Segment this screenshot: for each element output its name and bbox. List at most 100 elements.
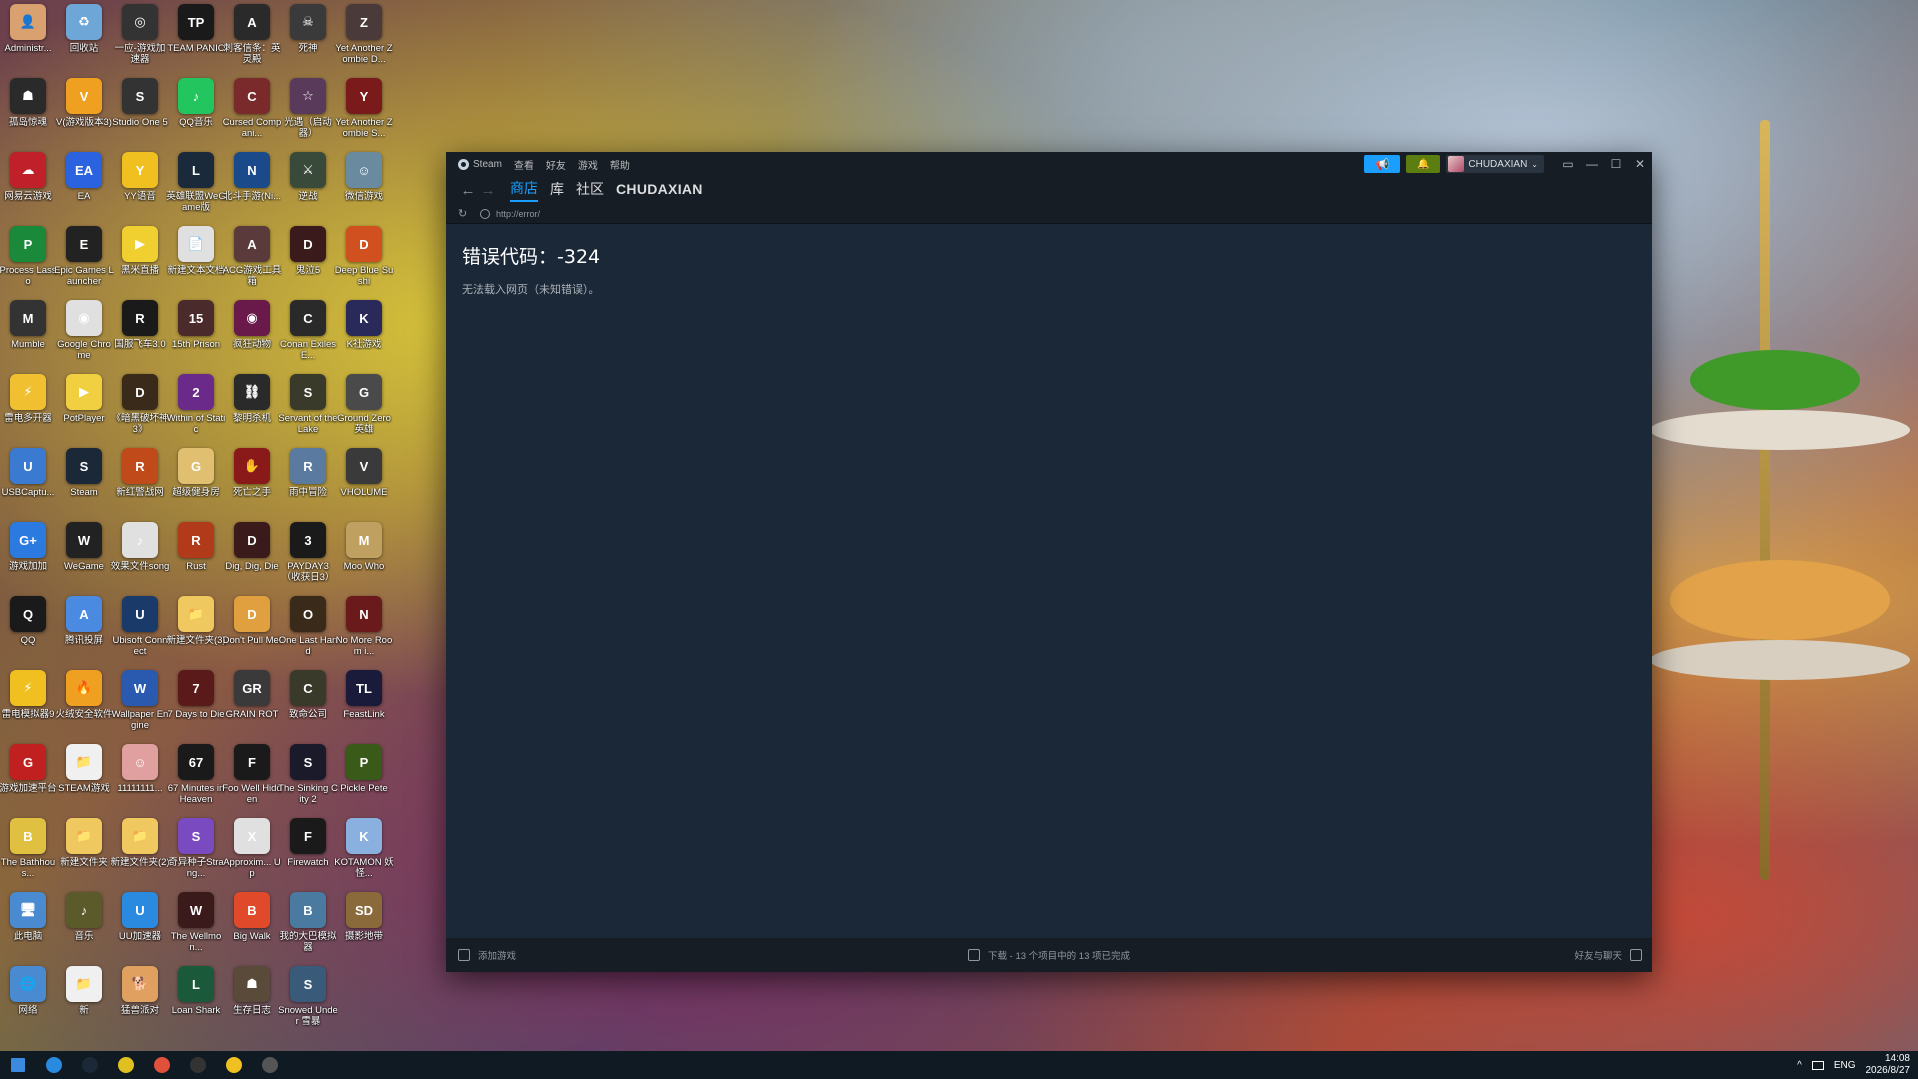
big-picture-button[interactable]: ▭ [1556, 152, 1580, 176]
desktop-icon[interactable]: 2 Within of Static [167, 374, 225, 435]
reload-icon[interactable]: ↻ [458, 207, 472, 220]
taskbar-app-chrome[interactable] [144, 1051, 180, 1079]
desktop-icon[interactable]: D Dig, Dig, Die [224, 522, 280, 572]
notifications-button[interactable]: 🔔 [1406, 155, 1441, 173]
desktop-icon[interactable]: 📄 新建文本文档 [167, 226, 225, 276]
menu-view[interactable]: 查看 [514, 157, 534, 172]
taskbar-app-accelerator[interactable] [180, 1051, 216, 1079]
desktop-icon[interactable]: ☗ 生存日志 [224, 966, 280, 1016]
desktop-icon[interactable]: M Mumble [0, 300, 56, 350]
account-menu[interactable]: CHUDAXIAN ⌄ [1446, 155, 1544, 173]
desktop-icon[interactable]: S Snowed Under 雪暴 [278, 966, 338, 1027]
desktop-icon[interactable]: B The Bathhous... [0, 818, 56, 879]
desktop-icon[interactable]: ⚡ 雷电模拟器9 [0, 670, 56, 720]
desktop-icon[interactable]: U USBCaptu... [0, 448, 56, 498]
desktop-icon[interactable]: P Pickle Pete [336, 744, 392, 794]
friends-chat-button[interactable]: 好友与聊天 [1574, 948, 1642, 962]
taskbar-app-start[interactable] [0, 1051, 36, 1079]
desktop-icon[interactable]: F Foo Well Hidden [222, 744, 282, 805]
desktop-icon[interactable]: ⛓ 黎明杀机 [224, 374, 280, 424]
desktop-icon[interactable]: ♪ QQ音乐 [168, 78, 224, 128]
desktop-icon[interactable]: B 我的大巴模拟器 [279, 892, 337, 953]
desktop-icon[interactable]: 📁 新 [56, 966, 112, 1016]
taskbar-app-steam[interactable] [72, 1051, 108, 1079]
close-button[interactable]: ✕ [1628, 152, 1652, 176]
desktop-icon[interactable]: Y Yet Another Zombie S... [335, 78, 393, 139]
taskbar-app-uu[interactable] [36, 1051, 72, 1079]
desktop-icon[interactable]: S 奇异种子Strang... [168, 818, 224, 879]
desktop-icon[interactable]: P Process Lasso [0, 226, 57, 287]
url-text[interactable]: http://error/ [496, 209, 540, 219]
desktop-icon[interactable]: N 北斗手游(Ni... [223, 152, 281, 202]
desktop-icon[interactable]: O One Last Hand [279, 596, 337, 657]
desktop-icon[interactable]: R 国服飞车3.0 [112, 300, 168, 350]
desktop-icon[interactable]: D 鬼泣5 [280, 226, 336, 276]
menu-steam[interactable]: Steam [458, 158, 502, 170]
desktop-icon[interactable]: U Ubisoft Connect [112, 596, 168, 657]
desktop-icon[interactable]: K K社游戏 [336, 300, 392, 350]
add-game-button[interactable]: 添加游戏 [458, 948, 516, 962]
desktop-icon[interactable]: M Moo Who [336, 522, 392, 572]
broadcast-button[interactable]: 📢 [1364, 155, 1401, 173]
desktop-icon[interactable]: ◉ 疯狂动物 [224, 300, 280, 350]
tab-profile[interactable]: CHUDAXIAN [616, 181, 703, 199]
desktop-icon[interactable]: 67 67 Minutes in Heaven [168, 744, 224, 805]
desktop-icon[interactable]: ◉ Google Chrome [56, 300, 112, 361]
desktop-icon[interactable]: ♪ 音乐 [56, 892, 112, 942]
desktop-icon[interactable]: G 超级健身房 [168, 448, 224, 498]
desktop-icon[interactable]: ☺ 微信游戏 [336, 152, 392, 202]
desktop-icon[interactable]: G 游戏加速平台 [0, 744, 57, 794]
desktop-icon[interactable]: E Epic Games Launcher [54, 226, 114, 287]
desktop-icon[interactable]: ☺ 11111111... [112, 744, 168, 794]
desktop-icon[interactable]: A ACG游戏工具箱 [223, 226, 281, 287]
desktop-icon[interactable]: D 《暗黑破坏神3》 [111, 374, 169, 435]
desktop-icon[interactable]: C Conan Exiles E... [280, 300, 336, 361]
desktop-icon[interactable]: X Approxim... Up [223, 818, 281, 879]
desktop-icon[interactable]: 7 7 Days to Die [167, 670, 225, 720]
desktop-icon[interactable]: R 雨中冒险 [280, 448, 336, 498]
forward-arrow-icon[interactable]: → [478, 182, 498, 199]
maximize-button[interactable]: ☐ [1604, 152, 1628, 176]
desktop-icon[interactable]: 3 PAYDAY3（收获日3） [280, 522, 336, 583]
desktop-icon[interactable]: ☁ 网易云游戏 [0, 152, 56, 202]
desktop-icon[interactable]: G Ground Zero 英雄 [336, 374, 392, 435]
desktop-icon[interactable]: ⚔ 逆战 [280, 152, 336, 202]
menu-games[interactable]: 游戏 [578, 157, 598, 172]
language-indicator[interactable]: ENG [1834, 1060, 1856, 1071]
desktop-icon[interactable]: ▶ PotPlayer [56, 374, 112, 424]
taskbar-app-yy[interactable] [216, 1051, 252, 1079]
tab-store[interactable]: 商店 [510, 178, 538, 202]
taskbar-app-qq-music[interactable] [108, 1051, 144, 1079]
desktop-icon[interactable]: S Studio One 5 [112, 78, 168, 128]
desktop-icon[interactable]: L Loan Shark [168, 966, 224, 1016]
network-icon[interactable] [1811, 1060, 1824, 1070]
back-arrow-icon[interactable]: ← [458, 182, 478, 199]
desktop-icon[interactable]: N No More Room i... [336, 596, 392, 657]
desktop-icon[interactable]: L 英雄联盟WeGame版 [166, 152, 226, 213]
desktop-icon[interactable]: GR GRAIN ROT [224, 670, 280, 720]
clock[interactable]: 14:08 2026/8/27 [1866, 1053, 1911, 1077]
downloads-status[interactable]: 下载 - 13 个项目中的 13 项已完成 [968, 948, 1130, 962]
menu-help[interactable]: 帮助 [610, 157, 630, 172]
tab-library[interactable]: 库 [550, 179, 564, 201]
desktop-icon[interactable]: 📁 新建文件夹(2) [110, 818, 170, 868]
taskbar-app-studio[interactable] [252, 1051, 288, 1079]
desktop-icon[interactable]: A 刺客信条：英灵殿 [223, 4, 281, 65]
desktop-icon[interactable]: TL FeastLink [336, 670, 392, 720]
desktop-icon[interactable]: ⚡ 雷电多开器 [0, 374, 56, 424]
desktop-icon[interactable]: U UU加速器 [112, 892, 168, 942]
desktop-icon[interactable]: A 腾讯投屏 [56, 596, 112, 646]
tab-community[interactable]: 社区 [576, 179, 604, 201]
desktop-icon[interactable]: C 致命公司 [280, 670, 336, 720]
desktop-icon[interactable]: Z Yet Another Zombie D... [335, 4, 393, 65]
desktop-icon[interactable]: ♻ 回收站 [56, 4, 112, 54]
desktop-icon[interactable]: W WeGame [56, 522, 112, 572]
desktop-icon[interactable]: 📁 STEAM游戏 [56, 744, 112, 794]
desktop-icon[interactable]: W Wallpaper Engine [112, 670, 168, 731]
desktop-icon[interactable]: 📁 新建文件夹 [56, 818, 112, 868]
desktop-icon[interactable]: S The Sinking City 2 [278, 744, 338, 805]
desktop-icon[interactable]: SD 摄影地带 [336, 892, 392, 942]
desktop-icon[interactable]: 👤 Administr... [0, 4, 56, 54]
desktop-icon[interactable]: R 新红警战网 [112, 448, 168, 498]
desktop-icon[interactable]: R Rust [168, 522, 224, 572]
